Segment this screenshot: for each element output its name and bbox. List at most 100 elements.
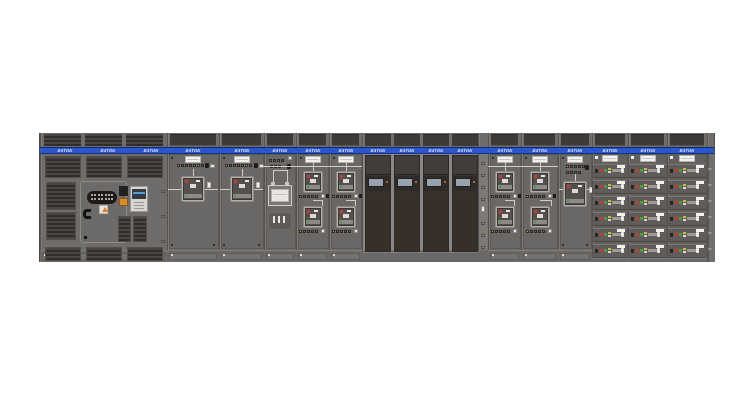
drive-door-lower <box>424 193 448 251</box>
drive-door-top <box>395 156 419 175</box>
connector-pin <box>98 198 100 200</box>
connector-pin <box>108 198 110 200</box>
pilot-light-amber <box>644 248 647 250</box>
drive-hmi-screen <box>368 178 384 187</box>
brand-mark: EATON <box>531 148 548 153</box>
breaker-closed-flag <box>567 200 569 202</box>
control-lamp <box>197 164 200 167</box>
hinge-block <box>481 186 485 189</box>
pilot-light-white <box>644 187 647 189</box>
base-screw <box>562 254 564 256</box>
base-screw <box>333 254 335 256</box>
bucket-latch <box>595 249 598 253</box>
breaker-label <box>572 189 578 193</box>
door-screw <box>171 244 173 246</box>
control-lamp <box>566 171 569 174</box>
pilot-light-amber <box>608 200 611 202</box>
base-band <box>628 259 667 262</box>
control-lower-lamp <box>534 230 537 233</box>
base-panel <box>169 253 217 260</box>
control-lower-lamp <box>344 230 347 233</box>
pilot-light-green <box>604 233 607 236</box>
meter-window <box>321 229 325 233</box>
pilot-light-amber <box>644 200 647 202</box>
pilot-light-red <box>675 217 678 220</box>
meter-window <box>259 164 264 168</box>
breaker-status-window <box>314 210 318 212</box>
bucket-label <box>617 213 625 216</box>
bucket-handle-tip <box>657 232 660 237</box>
base-panel <box>560 253 590 260</box>
section-nameplate-line <box>642 158 654 159</box>
pilot-light-green <box>640 249 643 252</box>
bucket-latch <box>631 185 634 189</box>
control-upper-lamp <box>307 195 310 198</box>
power-meter-screen <box>132 189 146 199</box>
bucket-latch <box>631 217 634 221</box>
door-screw <box>223 157 225 159</box>
hinge-block <box>161 215 165 218</box>
breaker-label <box>502 214 508 218</box>
drive-door-top <box>366 156 390 175</box>
pilot-light-white <box>608 187 611 189</box>
base-band <box>667 259 707 262</box>
pilot-light-white <box>644 203 647 205</box>
drive-power-led <box>473 181 475 183</box>
control-lower-lamp <box>299 230 302 233</box>
meter-window <box>210 164 215 168</box>
bucket-handle-tip <box>621 168 624 173</box>
brand-mark: EATON <box>57 148 74 153</box>
control-upper-lamp <box>315 195 318 198</box>
breaker-status-window <box>541 175 545 177</box>
door-panel <box>331 154 362 249</box>
breaker-closed-flag <box>307 186 309 188</box>
breaker-trip-flag <box>340 210 343 213</box>
bucket-handle-tip <box>696 248 699 253</box>
control-lamp <box>177 164 180 167</box>
pilot-light-amber <box>683 248 686 250</box>
control-upper-lamp <box>503 195 506 198</box>
control-upper-lamp <box>303 195 306 198</box>
meter-window <box>513 229 517 233</box>
brand-mark: EATON <box>100 148 117 153</box>
bucket-handle-bar <box>612 233 621 236</box>
power-meter-button <box>134 202 144 203</box>
roof-vent-louver <box>44 134 81 146</box>
roof-vent-panel <box>491 134 518 146</box>
bucket-handle-bar <box>687 201 696 204</box>
end-trim-slot <box>708 216 712 218</box>
control-lamp <box>181 164 184 167</box>
pilot-light-red <box>636 185 639 188</box>
base-screw <box>171 254 173 256</box>
breaker-trip-flag <box>185 180 188 183</box>
circuit-tag <box>207 182 211 188</box>
breaker-label <box>310 214 316 218</box>
control-upper-lamp <box>495 195 498 198</box>
end-trim-slot <box>708 184 712 186</box>
bucket-handle-bar <box>687 233 696 236</box>
control-lower-lamp <box>307 230 310 233</box>
drive-door-top <box>424 156 448 175</box>
door-screw <box>300 157 302 159</box>
breaker-status-window <box>578 185 582 187</box>
power-meter-button <box>134 208 144 209</box>
bucket-label <box>617 229 625 232</box>
control-lamp <box>233 164 236 167</box>
mimic-bus-line <box>346 200 356 201</box>
hinge-block <box>481 198 485 201</box>
fuse-holder <box>283 216 285 223</box>
breaker-status-window <box>196 180 200 182</box>
control-row-1-lamp <box>269 159 272 162</box>
section-nameplate-line <box>187 159 199 160</box>
roof-vent-panel <box>267 134 293 146</box>
door-screw <box>586 244 588 246</box>
base-screw <box>525 254 527 256</box>
switchgear-lineup-render: EATONEATONEATONEATONEATONEATONEATONEATON… <box>0 0 750 400</box>
bucket-handle-tip <box>657 168 660 173</box>
base-panel <box>221 253 262 260</box>
pilot-light-amber <box>683 216 686 218</box>
door-panel <box>523 154 558 249</box>
pilot-light-white <box>608 235 611 237</box>
section-nameplate-line <box>340 159 352 160</box>
connector-pin <box>98 194 100 196</box>
